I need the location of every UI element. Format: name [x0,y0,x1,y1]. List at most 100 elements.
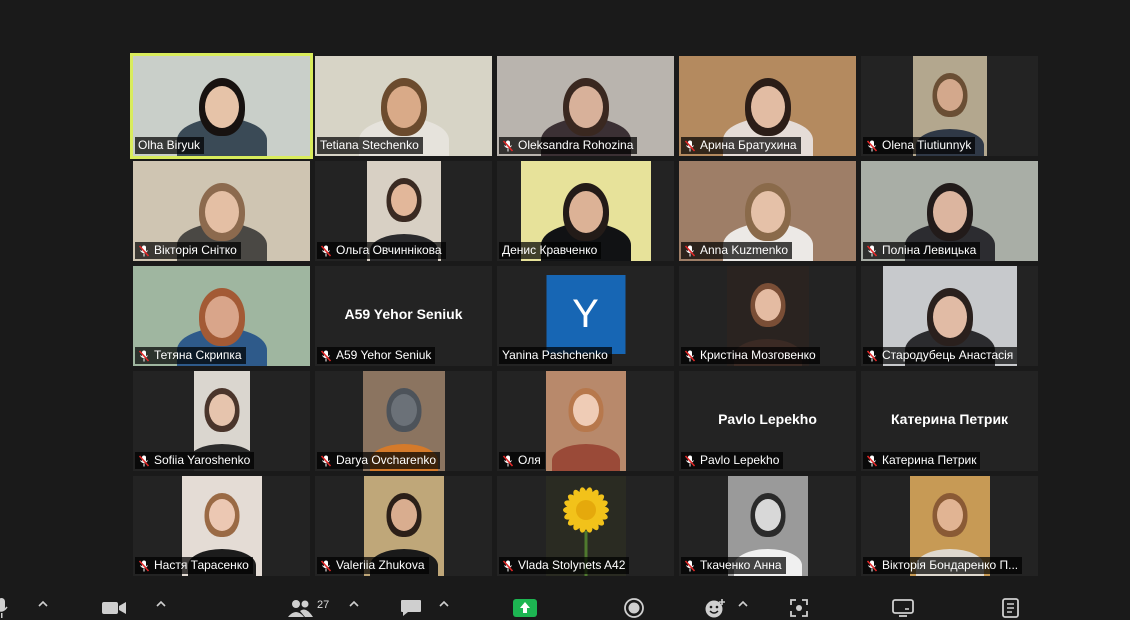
participant-tile[interactable]: Вікторія Снітко [133,161,310,261]
participant-name-label: Valeriia Zhukova [317,557,429,574]
participant-name: Ольга Овчиннікова [336,243,442,257]
participant-tile[interactable]: Ткаченко Анна [679,476,856,576]
participant-name-label: Tetiana Stechenko [317,137,423,154]
gallery-grid: Olha Biryuk Tetiana Stechenko Oleksandra R… [130,53,1038,576]
muted-microphone-icon [866,454,878,467]
chat-icon [401,600,421,616]
participant-name: Pavlo Lepekho [700,453,780,467]
participant-name-label: Вікторія Снітко [135,242,241,259]
muted-microphone-icon [138,244,150,257]
muted-microphone-icon [502,139,514,152]
participant-name: Anna Kuzmenko [700,243,789,257]
chevron-up-icon[interactable] [38,600,48,608]
participant-tile[interactable]: Olha Biryuk [130,53,313,159]
muted-microphone-icon [320,244,332,257]
participant-name: Кристіна Мозговенко [700,348,816,362]
record-icon [624,598,644,618]
reactions-button[interactable] [705,598,727,618]
participant-name-label: Тетяна Скрипка [135,347,246,364]
muted-microphone-icon [684,244,696,257]
notes-button[interactable] [1002,598,1020,618]
participant-display-name: A59 Yehor Seniuk [344,306,463,322]
participant-name-label: Yanina Pashchenko [499,347,612,364]
participant-name-label: Olha Biryuk [135,137,205,154]
participant-name-label: Вікторія Бондаренко П... [863,557,1023,574]
chevron-up-icon[interactable] [439,600,449,608]
participant-name: Денис Кравченко [502,243,598,257]
apps-button[interactable] [790,598,808,618]
whiteboard-icon [892,599,914,617]
participant-name: Ткаченко Анна [700,558,782,572]
muted-microphone-icon [320,559,332,572]
participant-tile[interactable]: A59 Yehor Seniuk A59 Yehor Seniuk [315,266,492,366]
participant-name: Тетяна Скрипка [154,348,242,362]
muted-microphone-icon [138,559,150,572]
muted-microphone-icon [866,139,878,152]
participant-tile[interactable]: Оля [497,371,674,471]
participant-tile[interactable]: Anna Kuzmenko [679,161,856,261]
muted-microphone-icon [684,349,696,362]
participant-name: Vlada Stolynets A42 [518,558,626,572]
whiteboard-button[interactable] [892,598,914,618]
participant-name-label: Поліна Левицька [863,242,981,259]
share-screen-icon [513,599,537,617]
participant-name-label: Настя Тарасенко [135,557,253,574]
participant-name-label: Кристіна Мозговенко [681,347,820,364]
participant-tile[interactable]: Настя Тарасенко [133,476,310,576]
participant-tile[interactable]: Darya Ovcharenko [315,371,492,471]
chevron-up-icon[interactable] [349,600,359,608]
chat-button[interactable] [400,598,422,618]
participant-name-label: Катерина Петрик [863,452,981,469]
participant-tile[interactable]: Вікторія Бондаренко П... [861,476,1038,576]
participant-tile[interactable]: Tetiana Stechenko [315,56,492,156]
participant-tile[interactable]: Olena Tiutiunnyk [861,56,1038,156]
chevron-up-icon[interactable] [156,600,166,608]
participant-tile[interactable]: Y Yanina Pashchenko [497,266,674,366]
chevron-up-icon[interactable] [738,600,748,608]
microphone-icon [0,598,8,618]
participant-name: Yanina Pashchenko [502,348,608,362]
participant-tile[interactable]: Кристіна Мозговенко [679,266,856,366]
participant-tile[interactable]: Oleksandra Rohozina [497,56,674,156]
participant-name-label: Olena Tiutiunnyk [863,137,976,154]
participant-name: Стародубець Анастасія [882,348,1014,362]
video-button[interactable] [102,598,126,618]
participant-name-label: Ткаченко Анна [681,557,786,574]
record-button[interactable] [624,598,644,618]
participant-tile[interactable]: Sofiia Yaroshenko [133,371,310,471]
muted-microphone-icon [866,559,878,572]
participant-tile[interactable]: Pavlo Lepekho Pavlo Lepekho [679,371,856,471]
participant-name: Вікторія Снітко [154,243,237,257]
participant-name: Поліна Левицька [882,243,977,257]
participant-tile[interactable]: Катерина Петрик Катерина Петрик [861,371,1038,471]
share-screen-button[interactable] [513,598,537,618]
microphone-button[interactable] [0,598,8,618]
participant-name: Настя Тарасенко [154,558,249,572]
muted-microphone-icon [320,454,332,467]
participant-name-label: Стародубець Анастасія [863,347,1018,364]
participant-tile[interactable]: Стародубець Анастасія [861,266,1038,366]
participants-button[interactable] [288,598,314,618]
muted-microphone-icon [684,139,696,152]
participants-count: 27 [317,599,330,611]
participant-name: Катерина Петрик [882,453,977,467]
participant-tile[interactable]: Valeriia Zhukova [315,476,492,576]
participant-name-label: Денис Кравченко [499,242,602,259]
participant-tile[interactable]: Поліна Левицька [861,161,1038,261]
participant-tile[interactable]: Денис Кравченко [497,161,674,261]
participant-name: Арина Братухина [700,138,797,152]
participant-tile[interactable]: Ольга Овчиннікова [315,161,492,261]
participant-name-label: A59 Yehor Seniuk [317,347,436,364]
muted-microphone-icon [866,349,878,362]
participant-name-label: Ольга Овчиннікова [317,242,446,259]
participant-tile[interactable]: Тетяна Скрипка [133,266,310,366]
participant-name-label: Оля [499,452,545,469]
notes-icon [1002,598,1019,618]
participant-tile[interactable]: Арина Братухина [679,56,856,156]
muted-microphone-icon [138,454,150,467]
participant-name: Valeriia Zhukova [336,558,425,572]
participant-name: Oleksandra Rohozina [518,138,634,152]
participant-tile[interactable]: Vlada Stolynets A42 [497,476,674,576]
participant-name: Sofiia Yaroshenko [154,453,251,467]
participant-name-label: Vlada Stolynets A42 [499,557,630,574]
